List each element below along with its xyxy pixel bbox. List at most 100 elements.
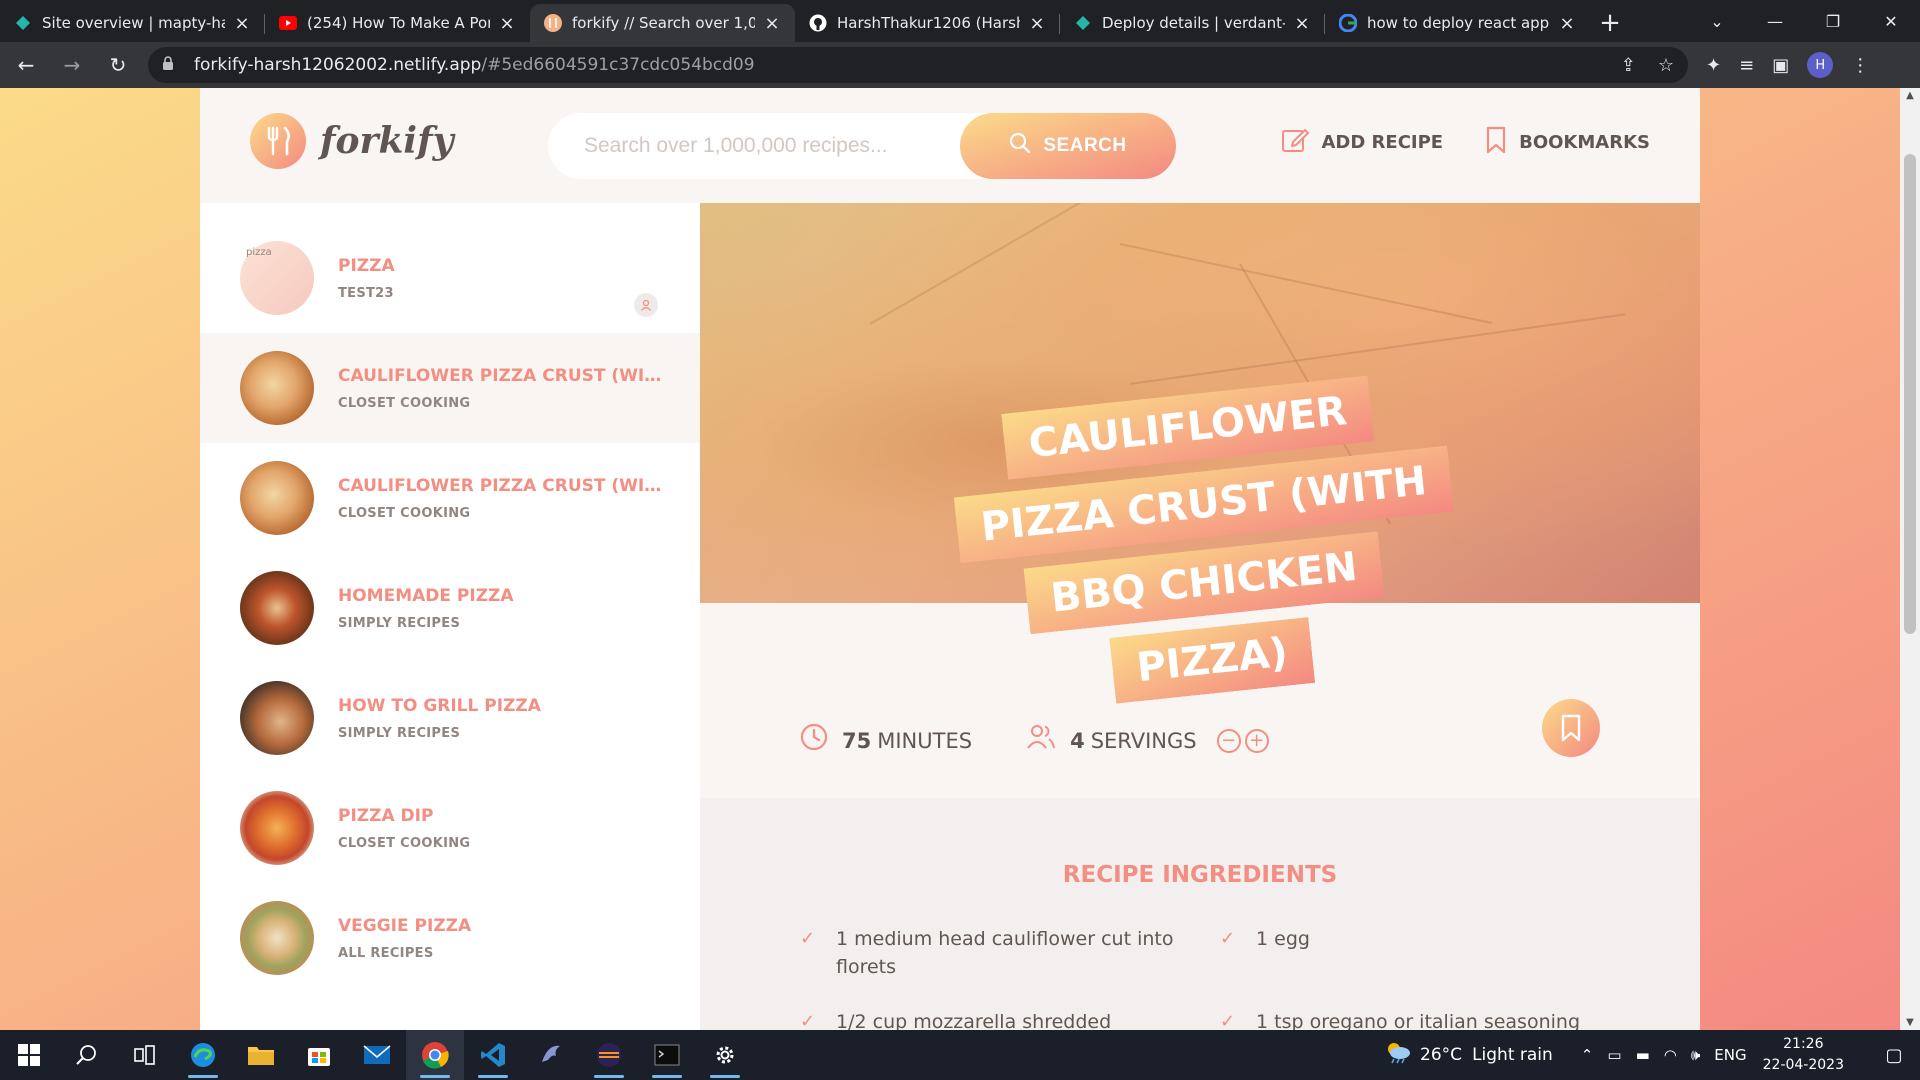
- windows-taskbar: 26°C Light rain ⌃ ▭ ▬ ◠ 🕪 ENG 21:26 22-0…: [0, 1030, 1920, 1080]
- back-icon[interactable]: ←: [6, 45, 46, 85]
- close-tab-icon[interactable]: ×: [1293, 13, 1311, 34]
- ingredient-text: 1 medium head cauliflower cut into flore…: [836, 928, 1174, 978]
- result-item[interactable]: PIZZA DIP CLOSET COOKING: [200, 773, 700, 883]
- result-thumbnail: pizza: [240, 241, 314, 315]
- logo[interactable]: forkify: [250, 113, 454, 169]
- close-tab-icon[interactable]: ×: [233, 13, 251, 34]
- device-icon[interactable]: ▭: [1607, 1046, 1621, 1064]
- restore-icon[interactable]: ❐: [1804, 12, 1862, 31]
- decrease-servings-button[interactable]: −: [1216, 728, 1241, 753]
- lock-icon[interactable]: [162, 55, 184, 75]
- terminal-icon[interactable]: [638, 1030, 696, 1080]
- browser-tab[interactable]: (254) How To Make A Portfo ×: [265, 4, 530, 42]
- eclipse-icon[interactable]: [580, 1030, 638, 1080]
- close-tab-icon[interactable]: ×: [498, 13, 516, 34]
- address-bar[interactable]: forkify-harsh12062002.netlify.app/#5ed66…: [148, 47, 1688, 83]
- scrollbar-thumb[interactable]: [1904, 154, 1916, 634]
- result-item[interactable]: CAULIFLOWER PIZZA CRUST (WIT... CLOSET C…: [200, 443, 700, 553]
- profile-avatar[interactable]: H: [1807, 52, 1834, 78]
- close-window-icon[interactable]: ✕: [1862, 12, 1920, 31]
- file-explorer-icon[interactable]: [232, 1030, 290, 1080]
- scroll-up-icon[interactable]: ▲: [1900, 90, 1920, 101]
- notification-icon[interactable]: ▢: [1874, 1045, 1914, 1066]
- side-panel-icon[interactable]: ▣: [1772, 55, 1789, 76]
- close-tab-icon[interactable]: ×: [1558, 13, 1576, 34]
- edge-icon[interactable]: [174, 1030, 232, 1080]
- result-item[interactable]: pizza PIZZA TEST23: [200, 223, 700, 333]
- user-generated-icon: [634, 293, 658, 317]
- volume-icon[interactable]: 🕪: [1691, 1046, 1700, 1064]
- bookmark-star-icon[interactable]: ☆: [1658, 55, 1674, 76]
- result-thumbnail: [240, 571, 314, 645]
- language-indicator[interactable]: ENG: [1714, 1046, 1746, 1064]
- reload-icon[interactable]: ↻: [98, 45, 138, 85]
- minimize-icon[interactable]: —: [1746, 12, 1804, 31]
- youtube-icon: [279, 14, 297, 32]
- header-nav: ADD RECIPE BOOKMARKS: [1281, 126, 1650, 159]
- servings-value: 4: [1070, 728, 1085, 753]
- media-queue-icon[interactable]: ≡: [1739, 55, 1754, 76]
- result-item[interactable]: VEGGIE PIZZA ALL RECIPES: [200, 883, 700, 993]
- tab-title: HarshThakur1206 (Harsh Th: [837, 14, 1020, 32]
- wifi-icon[interactable]: ◠: [1664, 1046, 1677, 1064]
- extensions-icon[interactable]: ✦: [1706, 55, 1721, 76]
- browser-tab[interactable]: Deploy details | verdant-pu ×: [1060, 4, 1325, 42]
- settings-gear-icon[interactable]: [696, 1030, 754, 1080]
- forward-icon[interactable]: →: [52, 45, 92, 85]
- search-input[interactable]: [548, 134, 958, 158]
- result-title: PIZZA: [338, 255, 395, 276]
- bookmark-recipe-button[interactable]: [1542, 699, 1600, 757]
- browser-tab[interactable]: HarshThakur1206 (Harsh Th ×: [795, 4, 1060, 42]
- browser-tab[interactable]: Site overview | mapty-harsh ×: [0, 4, 265, 42]
- ingredient-text: 1 egg: [1256, 928, 1310, 950]
- browser-tab-active[interactable]: forkify // Search over 1,000, ×: [530, 4, 795, 42]
- result-title: HOMEMADE PIZZA: [338, 585, 514, 606]
- close-tab-icon[interactable]: ×: [1028, 13, 1046, 34]
- tab-title: (254) How To Make A Portfo: [307, 14, 490, 32]
- result-publisher: SIMPLY RECIPES: [338, 615, 461, 631]
- result-publisher: TEST23: [338, 285, 394, 301]
- chrome-icon[interactable]: [406, 1030, 464, 1080]
- browser-tab[interactable]: how to deploy react app in ×: [1325, 4, 1590, 42]
- weather-desc: Light rain: [1472, 1045, 1553, 1065]
- page-scrollbar[interactable]: ▲ ▼: [1900, 88, 1920, 1030]
- tab-title: Deploy details | verdant-pu: [1102, 14, 1285, 32]
- ingredient-item: ✓ 1/2 cup mozzarella shredded: [800, 1009, 1220, 1030]
- result-publisher: CLOSET COOKING: [338, 395, 471, 411]
- ingredient-item: ✓ 1 egg: [1220, 926, 1600, 981]
- menu-icon[interactable]: ⋮: [1851, 55, 1869, 76]
- close-tab-icon[interactable]: ×: [763, 13, 781, 34]
- increase-servings-button[interactable]: +: [1244, 728, 1269, 753]
- bookmarks-button[interactable]: BOOKMARKS: [1485, 126, 1650, 159]
- mail-icon[interactable]: [348, 1030, 406, 1080]
- tab-search-icon[interactable]: ⌄: [1688, 12, 1746, 31]
- rain-cloud-icon: [1384, 1040, 1412, 1070]
- url-host: forkify-harsh12062002.netlify.app: [194, 55, 482, 75]
- scroll-down-icon[interactable]: ▼: [1900, 1017, 1920, 1028]
- microsoft-store-icon[interactable]: [290, 1030, 348, 1080]
- bookmark-icon: [1561, 714, 1581, 742]
- clock[interactable]: 21:26 22-04-2023: [1763, 1034, 1844, 1076]
- dolphin-app-icon[interactable]: [522, 1030, 580, 1080]
- add-recipe-button[interactable]: ADD RECIPE: [1281, 126, 1443, 159]
- new-tab-button[interactable]: +: [1590, 4, 1630, 42]
- ingredient-text: 1/2 cup mozzarella shredded: [836, 1011, 1112, 1030]
- task-view-icon[interactable]: [116, 1030, 174, 1080]
- search-icon[interactable]: [58, 1030, 116, 1080]
- result-thumbnail: [240, 461, 314, 535]
- search-button-label: SEARCH: [1043, 135, 1127, 156]
- battery-icon[interactable]: ▬: [1636, 1046, 1650, 1064]
- result-publisher: SIMPLY RECIPES: [338, 725, 461, 741]
- search-button[interactable]: SEARCH: [960, 113, 1176, 179]
- result-item-selected[interactable]: CAULIFLOWER PIZZA CRUST (WIT... CLOSET C…: [200, 333, 700, 443]
- result-item[interactable]: HOW TO GRILL PIZZA SIMPLY RECIPES: [200, 663, 700, 773]
- weather-widget[interactable]: 26°C Light rain: [1384, 1040, 1553, 1070]
- app-container: forkify SEARCH ADD RECIPE: [200, 88, 1700, 1030]
- chevron-up-icon[interactable]: ⌃: [1581, 1046, 1594, 1064]
- vscode-icon[interactable]: [464, 1030, 522, 1080]
- share-icon[interactable]: ⇪: [1621, 55, 1636, 76]
- recipe-title: Cauliflower Pizza Crust (with BBQ Chicke…: [953, 375, 1454, 704]
- result-item[interactable]: HOMEMADE PIZZA SIMPLY RECIPES: [200, 553, 700, 663]
- windows-start-icon[interactable]: [0, 1030, 58, 1080]
- result-thumbnail: [240, 351, 314, 425]
